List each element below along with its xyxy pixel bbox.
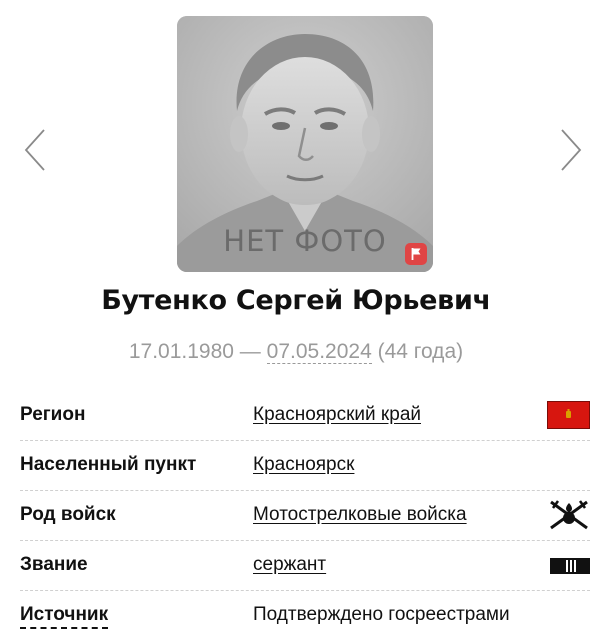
- region-label: Регион: [20, 404, 86, 425]
- report-flag-button[interactable]: [405, 243, 427, 265]
- locality-label: Населенный пункт: [20, 454, 197, 475]
- branch-label: Род войск: [20, 504, 116, 525]
- no-photo-label: НЕТ ФОТО: [223, 224, 387, 258]
- rank-insignia-icon: [550, 558, 590, 574]
- prev-arrow-button[interactable]: [22, 128, 50, 172]
- person-name: Бутенко Сергей Юрьевич: [101, 285, 491, 316]
- info-row-source: Источник Подтверждено госреестрами: [20, 591, 590, 636]
- info-row-rank: Звание сержант: [20, 541, 590, 591]
- source-label[interactable]: Источник: [20, 604, 109, 629]
- region-link[interactable]: Красноярский край: [253, 404, 421, 426]
- age: (44 года): [371, 340, 464, 363]
- memorial-card: НЕТ ФОТО Бутенко Сергей Юрьевич 17.01.19…: [0, 0, 592, 636]
- info-row-region: Регион Красноярский край: [20, 391, 590, 441]
- next-arrow-button[interactable]: [558, 128, 586, 172]
- birth-date: 17.01.1980: [128, 340, 234, 363]
- info-table: Регион Красноярский край Населенный пунк…: [20, 391, 590, 636]
- flag-icon: [411, 248, 421, 260]
- portrait-photo: НЕТ ФОТО: [177, 16, 433, 272]
- info-row-locality: Населенный пункт Красноярск: [20, 441, 590, 491]
- rank-link[interactable]: сержант: [253, 554, 326, 576]
- crossed-swords-emblem-icon: [550, 500, 588, 530]
- branch-link[interactable]: Мотострелковые войска: [253, 504, 467, 526]
- region-flag-icon: [547, 401, 590, 429]
- chevron-right-icon: [561, 129, 582, 171]
- date-separator: —: [233, 340, 267, 363]
- rank-label: Звание: [20, 554, 88, 575]
- locality-link[interactable]: Красноярск: [253, 454, 354, 476]
- source-value: Подтверждено госреестрами: [253, 604, 510, 625]
- life-dates: 17.01.1980 — 07.05.2024 (44 года): [0, 340, 592, 364]
- info-row-branch: Род войск Мотострелковые войска: [20, 491, 590, 541]
- death-date[interactable]: 07.05.2024: [266, 340, 372, 364]
- chevron-left-icon: [24, 129, 45, 171]
